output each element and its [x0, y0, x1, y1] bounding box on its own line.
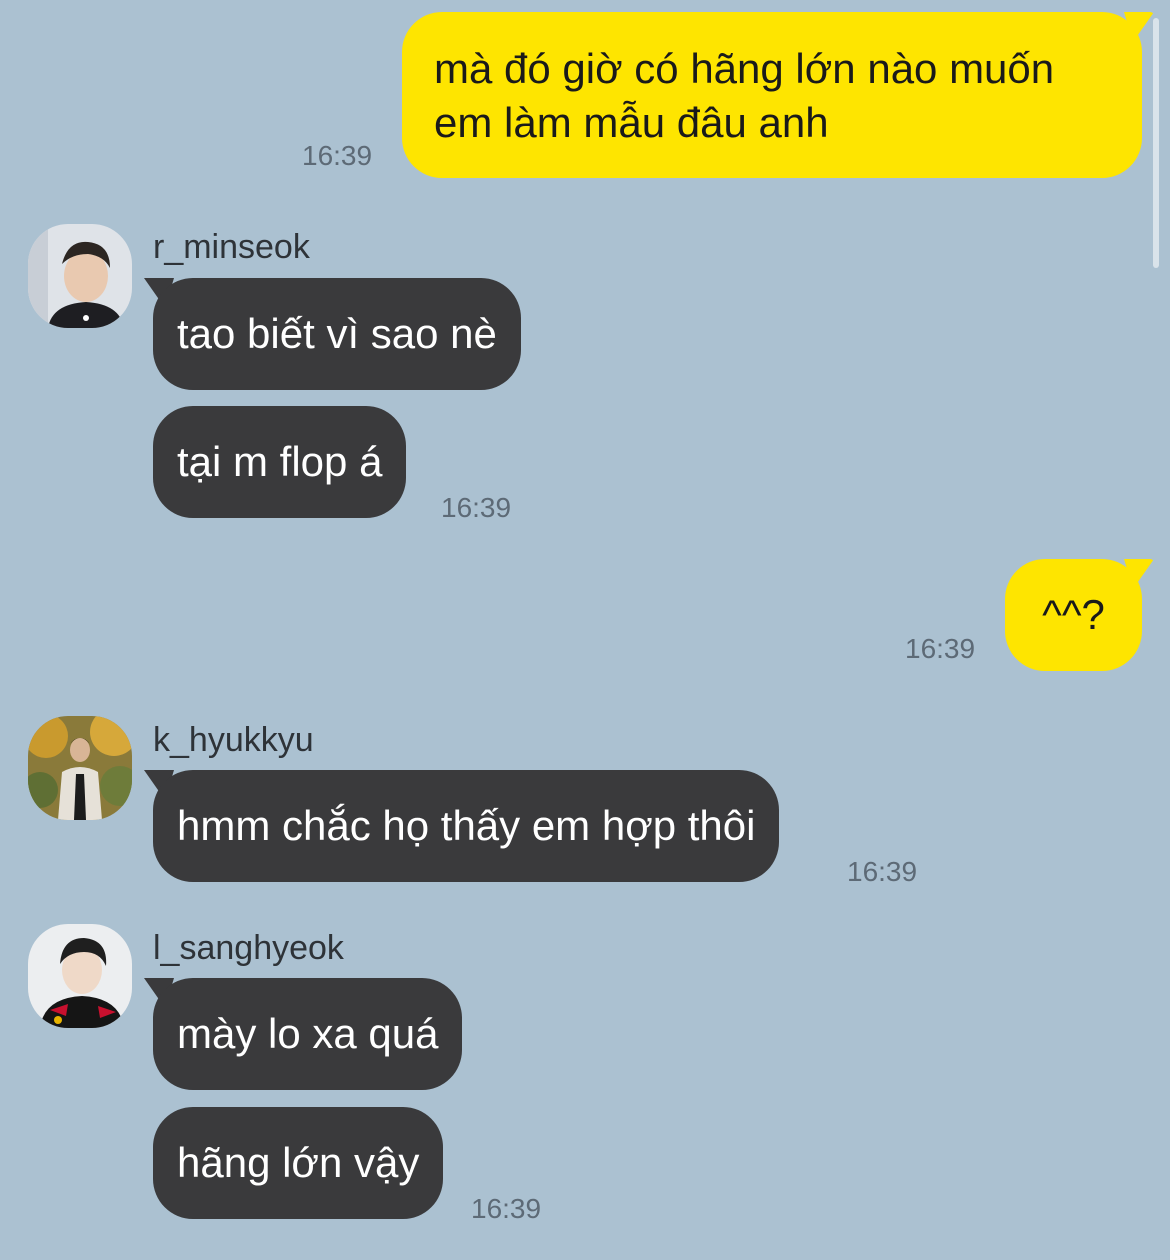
- message-timestamp: 16:39: [302, 140, 373, 171]
- incoming-message-bubble[interactable]: hmm chắc họ thấy em hợp thôi: [153, 770, 780, 882]
- message-text: tại m flop á: [177, 438, 383, 485]
- message-text: mày lo xa quá: [177, 1010, 439, 1057]
- message-text: hãng lớn vậy: [177, 1139, 420, 1186]
- message-text: tao biết vì sao nè: [177, 310, 497, 357]
- message-text: hmm chắc họ thấy em hợp thôi: [177, 802, 756, 849]
- message-timestamp: 16:39: [471, 1193, 542, 1224]
- minseok-avatar[interactable]: [28, 224, 132, 328]
- hyukkyu-avatar[interactable]: [28, 716, 132, 820]
- incoming-message-bubble[interactable]: tại m flop á: [153, 406, 407, 518]
- incoming-message-bubble[interactable]: tao biết vì sao nè: [153, 278, 521, 390]
- incoming-message-bubble[interactable]: mày lo xa quá: [153, 978, 463, 1090]
- message-text-line: mà đó giờ có hãng lớn nào muốn: [434, 45, 1055, 92]
- sanghyeok-avatar[interactable]: [28, 924, 132, 1028]
- message-text: ^^?: [1042, 591, 1105, 638]
- sender-name: l_sanghyeok: [153, 929, 344, 967]
- message-timestamp: 16:39: [905, 633, 976, 664]
- incoming-message-bubble[interactable]: hãng lớn vậy: [153, 1107, 444, 1219]
- message-timestamp: 16:39: [847, 856, 918, 887]
- message-timestamp: 16:39: [441, 492, 512, 523]
- outgoing-message-bubble[interactable]: ^^?: [1005, 559, 1142, 671]
- outgoing-message-bubble[interactable]: mà đó giờ có hãng lớn nào muốn em làm mẫ…: [402, 12, 1142, 178]
- sender-name: r_minseok: [153, 228, 310, 266]
- sender-name: k_hyukkyu: [153, 721, 314, 759]
- scrollbar[interactable]: [1153, 18, 1159, 268]
- message-text-line: em làm mẫu đâu anh: [434, 99, 829, 146]
